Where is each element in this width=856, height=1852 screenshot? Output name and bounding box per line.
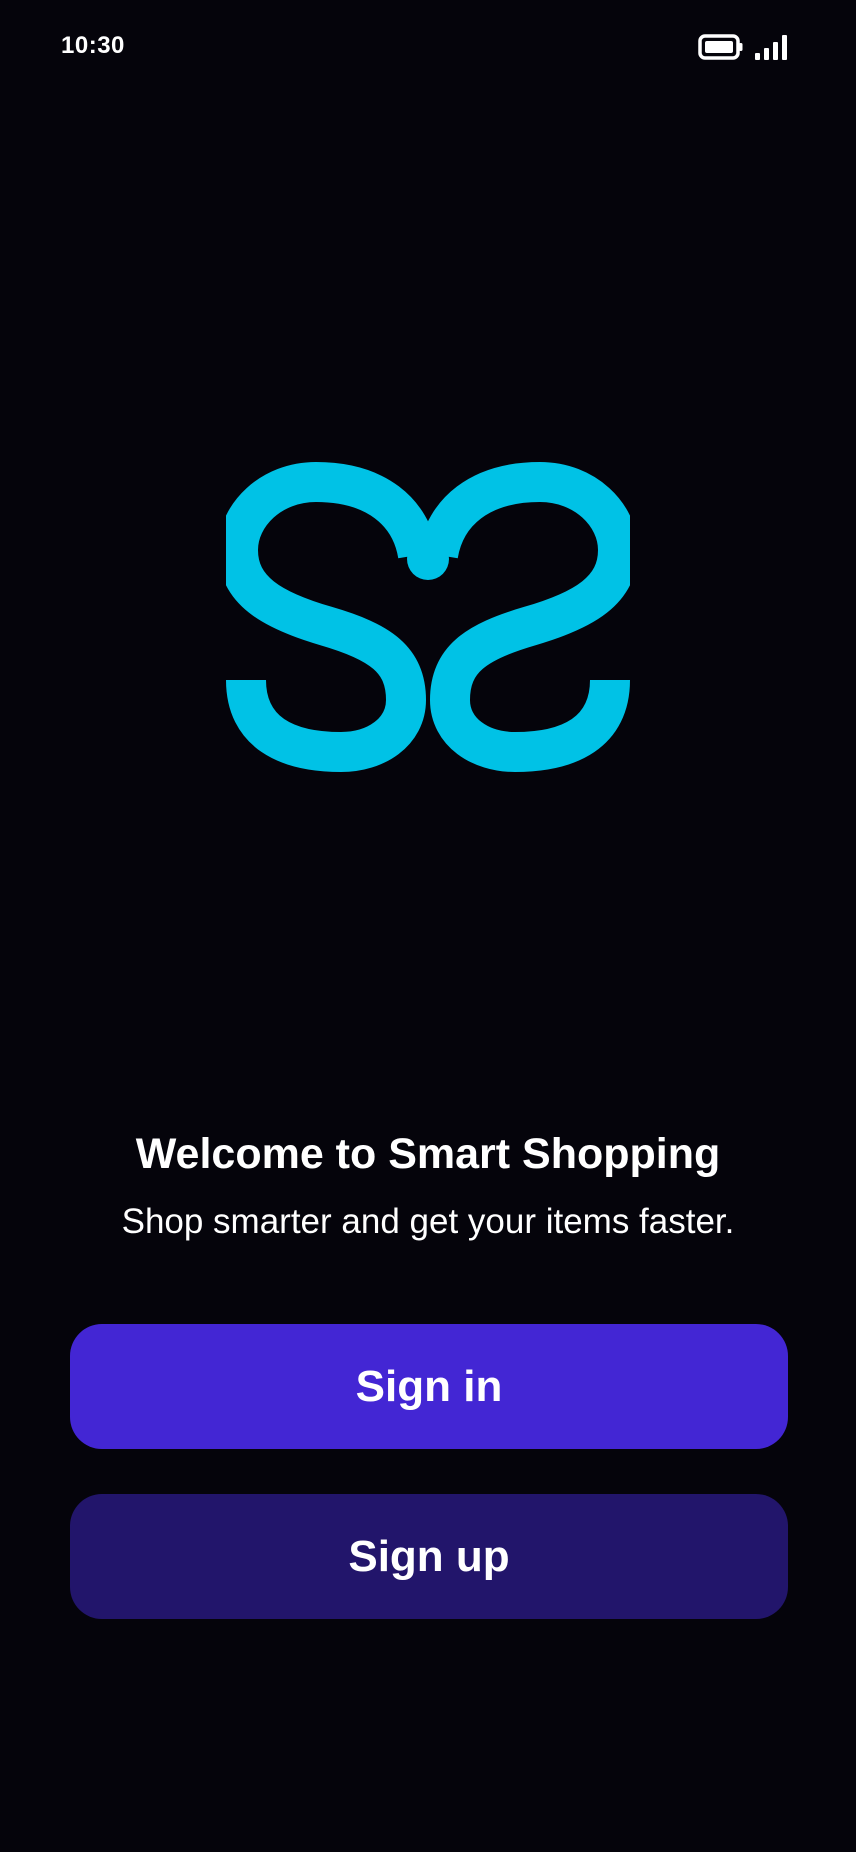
status-time: 10:30 [61, 32, 125, 59]
smart-shopping-logo [217, 460, 639, 774]
signal-icon [754, 34, 790, 60]
battery-icon [698, 34, 744, 60]
welcome-title: Welcome to Smart Shopping [135, 1130, 721, 1178]
sign-in-button[interactable]: Sign in [70, 1324, 788, 1449]
sign-up-button[interactable]: Sign up [70, 1494, 788, 1619]
welcome-subtitle: Shop smarter and get your items faster. [121, 1202, 735, 1241]
welcome-screen: 10:30 Welcome to Smart Shopping Shop sma… [0, 0, 856, 1852]
status-icons [698, 34, 790, 60]
status-bar: 10:30 [0, 0, 856, 96]
